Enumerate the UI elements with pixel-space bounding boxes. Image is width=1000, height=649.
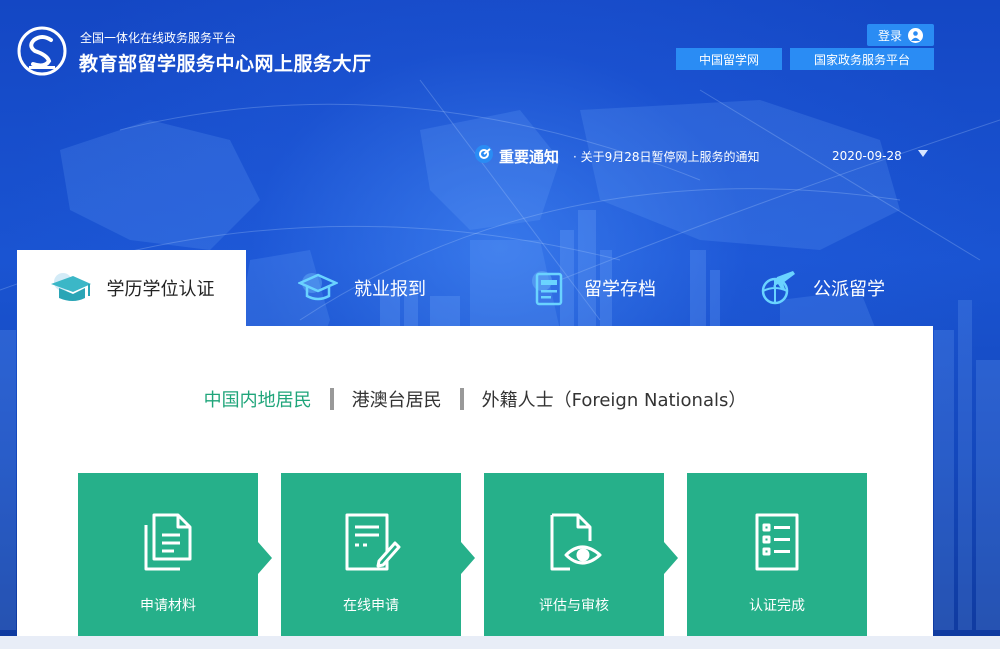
notice-link[interactable]: · 关于9月28日暂停网上服务的通知	[573, 148, 760, 165]
tab-label: 学历学位认证	[106, 279, 215, 300]
notice-dropdown-icon[interactable]	[918, 150, 928, 157]
notice-bar: 重要通知 · 关于9月28日暂停网上服务的通知	[474, 144, 760, 168]
tab-study-archive[interactable]: 留学存档	[476, 250, 706, 326]
archive-document-icon	[526, 268, 570, 308]
documents-icon	[136, 509, 200, 575]
tab-label: 公派留学	[813, 279, 885, 300]
step-certification-complete[interactable]: 认证完成	[687, 473, 867, 649]
checklist-icon	[745, 509, 809, 575]
resident-type-tabs: 中国内地居民 港澳台居民 外籍人士（Foreign Nationals）	[17, 386, 933, 412]
divider	[459, 388, 464, 410]
tab-employment-registration[interactable]: 就业报到	[246, 250, 476, 326]
step-label: 在线申请	[343, 598, 399, 614]
step-arrow	[461, 542, 475, 574]
step-assessment-review[interactable]: 评估与审核	[484, 473, 664, 649]
bottom-strip	[0, 636, 1000, 649]
globe-airplane-icon	[755, 268, 799, 308]
national-gov-service-link[interactable]: 国家政务服务平台	[790, 48, 934, 70]
notice-date: 2020-09-28	[832, 149, 902, 163]
site-logo	[17, 26, 67, 76]
step-online-application[interactable]: 在线申请	[281, 473, 461, 649]
site-title: 教育部留学服务中心网上服务大厅	[79, 53, 372, 75]
login-button[interactable]: 登录	[867, 24, 934, 46]
tab-government-sponsored-study[interactable]: 公派留学	[706, 250, 934, 326]
platform-tagline: 全国一体化在线政务服务平台	[80, 31, 237, 45]
subtab-foreign-nationals[interactable]: 外籍人士（Foreign Nationals）	[482, 386, 747, 412]
login-label: 登录	[877, 28, 902, 43]
notice-title: 重要通知	[499, 147, 560, 166]
form-edit-icon	[339, 509, 403, 575]
step-arrow	[258, 542, 272, 574]
step-label: 评估与审核	[539, 598, 609, 614]
subtab-hk-macao-taiwan-residents[interactable]: 港澳台居民	[352, 386, 442, 412]
content-panel: 中国内地居民 港澳台居民 外籍人士（Foreign Nationals） 申请材…	[17, 326, 933, 649]
tab-label: 留学存档	[584, 279, 656, 300]
tab-label: 就业报到	[354, 279, 426, 300]
link-label: 中国留学网	[698, 52, 759, 67]
divider	[329, 388, 334, 410]
link-label: 国家政务服务平台	[813, 52, 910, 67]
user-icon	[908, 27, 923, 43]
subtab-mainland-residents[interactable]: 中国内地居民	[204, 386, 312, 412]
notice-icon	[474, 144, 494, 168]
step-label: 认证完成	[749, 598, 805, 614]
tab-degree-certification[interactable]: 学历学位认证	[17, 250, 246, 326]
step-arrow	[664, 542, 678, 574]
graduation-cap-outline-icon	[296, 268, 340, 308]
china-study-abroad-link[interactable]: 中国留学网	[676, 48, 782, 70]
document-eye-icon	[542, 509, 606, 575]
step-label: 申请材料	[140, 598, 196, 614]
graduation-cap-icon	[49, 268, 93, 308]
step-application-materials[interactable]: 申请材料	[78, 473, 258, 649]
